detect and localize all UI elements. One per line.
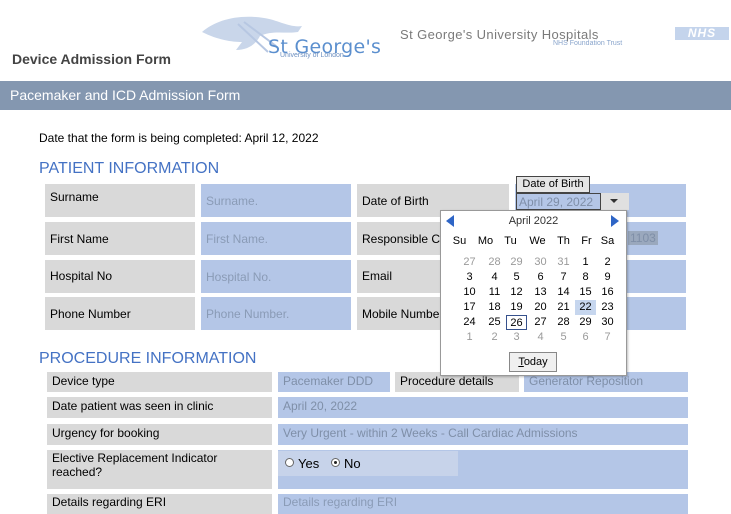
- calendar-day[interactable]: 31: [553, 255, 574, 270]
- today-label: oday: [523, 356, 548, 368]
- calendar-day[interactable]: 14: [553, 285, 574, 300]
- calendar-day[interactable]: 1: [459, 330, 480, 345]
- eri-label-line1: Elective Replacement Indicator: [52, 451, 218, 465]
- calendar-day[interactable]: 4: [530, 330, 551, 345]
- calendar-day[interactable]: 30: [530, 255, 551, 270]
- device-type-field[interactable]: Pacemaker DDD: [278, 372, 390, 392]
- calendar-day[interactable]: 30: [597, 315, 618, 330]
- calendar-day[interactable]: 18: [484, 300, 505, 315]
- hospital-no-label: Hospital No: [45, 260, 195, 293]
- calendar-day[interactable]: 15: [575, 285, 596, 300]
- calendar-day[interactable]: 28: [553, 315, 574, 330]
- responsible-value: 1103: [628, 231, 658, 245]
- eri-no-radio[interactable]: [331, 458, 340, 467]
- weekday-label: Su: [452, 235, 467, 247]
- calendar-day[interactable]: 2: [484, 330, 505, 345]
- calendar-day[interactable]: 23: [597, 300, 618, 315]
- date-seen-label: Date patient was seen in clinic: [47, 397, 272, 418]
- form-title: Device Admission Form: [12, 51, 171, 67]
- calendar-day[interactable]: 3: [506, 330, 527, 345]
- calendar-day[interactable]: 3: [459, 270, 480, 285]
- calendar-day[interactable]: 12: [506, 285, 527, 300]
- calendar-day[interactable]: 21: [553, 300, 574, 315]
- calendar-day[interactable]: 10: [459, 285, 480, 300]
- hospital-subtitle: NHS Foundation Trust: [553, 40, 623, 47]
- calendar-day[interactable]: 6: [575, 330, 596, 345]
- calendar-day[interactable]: 17: [459, 300, 480, 315]
- calendar-day[interactable]: 5: [506, 270, 527, 285]
- calendar-day[interactable]: 7: [597, 330, 618, 345]
- calendar-day[interactable]: 2: [597, 255, 618, 270]
- eri-no-label: No: [344, 456, 361, 471]
- next-month-arrow-icon[interactable]: [611, 215, 619, 227]
- calendar-day[interactable]: 6: [530, 270, 551, 285]
- phone-field[interactable]: Phone Number.: [201, 297, 351, 330]
- eri-yes-radio[interactable]: [285, 458, 294, 467]
- calendar-day[interactable]: 27: [530, 315, 551, 330]
- calendar-day[interactable]: 25: [484, 315, 505, 330]
- calendar-day[interactable]: 29: [575, 315, 596, 330]
- device-type-label: Device type: [47, 372, 272, 392]
- firstname-field[interactable]: First Name.: [201, 222, 351, 255]
- weekday-label: Th: [557, 235, 570, 247]
- calendar-day[interactable]: 27: [459, 255, 480, 270]
- calendar-day[interactable]: 16: [597, 285, 618, 300]
- eri-details-field[interactable]: Details regarding ERI: [278, 494, 688, 514]
- surname-label: Surname: [45, 184, 195, 217]
- calendar-day[interactable]: 7: [553, 270, 574, 285]
- calendar-day[interactable]: 29: [506, 255, 527, 270]
- weekday-label: Fr: [581, 235, 592, 247]
- weekday-label: Tu: [504, 235, 517, 247]
- calendar-day[interactable]: 22: [575, 300, 596, 315]
- eri-yes-label: Yes: [298, 456, 320, 471]
- logo-subtitle: University of London: [280, 52, 344, 59]
- date-seen-field[interactable]: April 20, 2022: [278, 397, 688, 418]
- eri-details-label: Details regarding ERI: [47, 494, 272, 514]
- calendar-day[interactable]: 9: [597, 270, 618, 285]
- patient-section-title: PATIENT INFORMATION: [39, 160, 220, 177]
- form-subtitle: Pacemaker and ICD Admission Form: [10, 87, 241, 103]
- calendar-day[interactable]: 20: [530, 300, 551, 315]
- weekday-label: Sa: [600, 235, 615, 247]
- procedure-section-title: PROCEDURE INFORMATION: [39, 350, 257, 367]
- eri-label: Elective Replacement Indicator reached?: [47, 450, 272, 489]
- calendar-day[interactable]: 19: [506, 300, 527, 315]
- prev-month-arrow-icon[interactable]: [446, 215, 454, 227]
- calendar-month-label: April 2022: [508, 215, 559, 227]
- calendar-day[interactable]: 8: [575, 270, 596, 285]
- firstname-label: First Name: [45, 222, 195, 255]
- calendar-day[interactable]: 5: [553, 330, 574, 345]
- completion-date: Date that the form is being completed: A…: [39, 131, 319, 145]
- chevron-down-icon: [610, 199, 618, 203]
- dob-tooltip: Date of Birth: [516, 176, 590, 193]
- surname-field[interactable]: Surname.: [201, 184, 351, 217]
- today-button[interactable]: Today: [509, 352, 557, 372]
- urgency-label: Urgency for booking: [47, 424, 272, 445]
- urgency-field[interactable]: Very Urgent - within 2 Weeks - Call Card…: [278, 424, 688, 445]
- hospital-no-field[interactable]: Hospital No.: [201, 260, 351, 293]
- phone-label: Phone Number: [45, 297, 195, 330]
- calendar-day[interactable]: 28: [484, 255, 505, 270]
- calendar-day[interactable]: 24: [459, 315, 480, 330]
- nhs-logo: NHS: [675, 27, 729, 40]
- calendar-day[interactable]: 4: [484, 270, 505, 285]
- calendar-day[interactable]: 26: [506, 315, 527, 330]
- calendar-day[interactable]: 1: [575, 255, 596, 270]
- eri-label-line2: reached?: [52, 465, 103, 479]
- weekday-label: Mo: [477, 235, 494, 247]
- calendar-day[interactable]: 13: [530, 285, 551, 300]
- calendar-day[interactable]: 11: [484, 285, 505, 300]
- weekday-label: We: [529, 235, 546, 247]
